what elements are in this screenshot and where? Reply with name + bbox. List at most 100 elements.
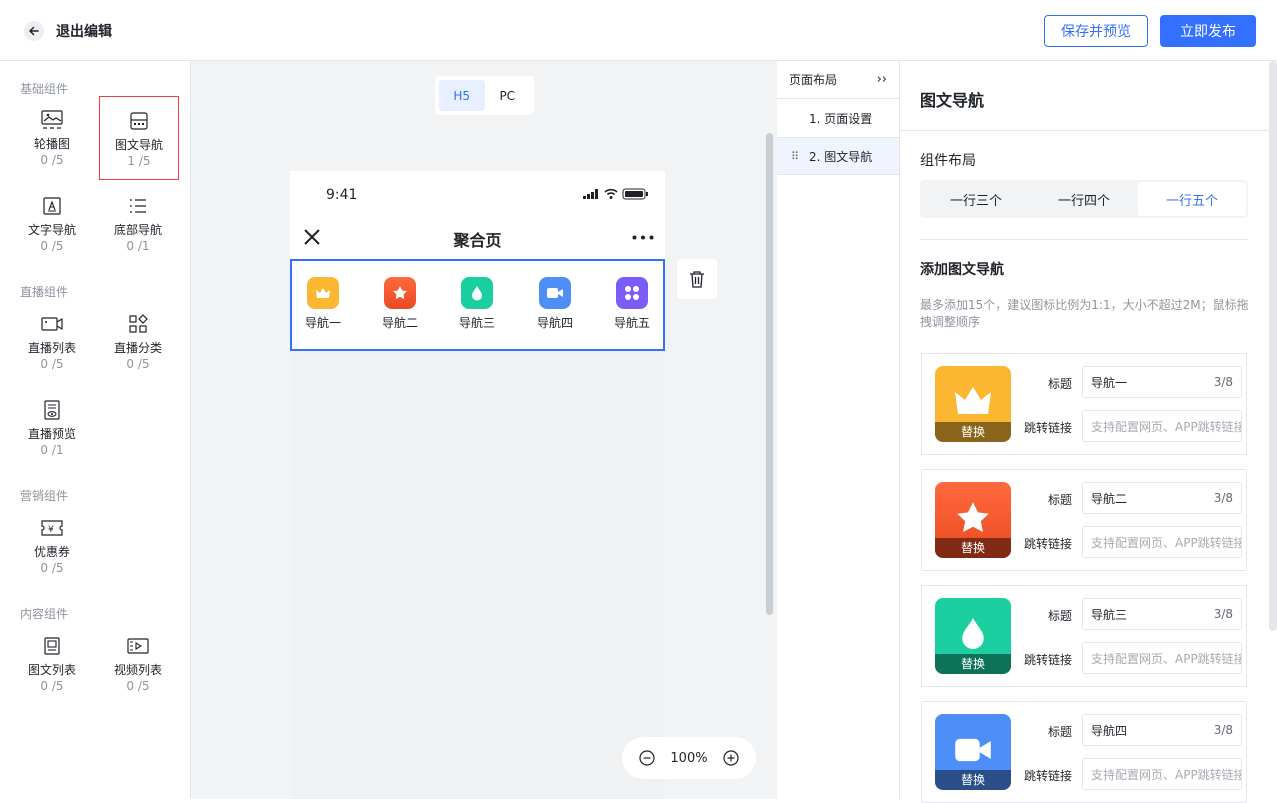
component-image-nav[interactable]: 图文导航 1 /5 — [99, 96, 179, 180]
component-name: 轮播图 — [33, 137, 70, 151]
component-video-list[interactable]: 视频列表 0 /5 — [98, 635, 178, 715]
component-image-list[interactable]: 图文列表 0 /5 — [12, 635, 92, 715]
title-label: 标题 — [1047, 609, 1072, 623]
title-input[interactable]: 导航三 3/8 — [1082, 598, 1242, 630]
zoom-in-icon[interactable] — [722, 750, 739, 766]
nav-item[interactable]: 导航二 — [369, 277, 431, 331]
replace-button[interactable]: 替换 — [935, 654, 1011, 674]
component-name: 直播分类 — [113, 341, 162, 355]
nav-grid-icon — [128, 110, 150, 132]
nav-item-label: 导航一 — [304, 316, 341, 330]
replace-button[interactable]: 替换 — [935, 770, 1011, 790]
panel-scrollbar[interactable] — [1269, 61, 1277, 631]
crown-icon[interactable]: 替换 — [935, 366, 1011, 442]
component-name: 直播列表 — [27, 341, 76, 355]
title-input[interactable]: 导航二 3/8 — [1082, 482, 1242, 514]
title-label: 标题 — [1047, 725, 1072, 739]
layout-option-4[interactable]: 一行四个 — [1030, 182, 1138, 216]
top-bar: 退出编辑 保存并预览 立即发布 — [0, 0, 1277, 61]
drop-icon[interactable]: 替换 — [935, 598, 1011, 674]
title-label: 标题 — [1047, 377, 1072, 391]
phone-preview: 9:41 聚合页 导航一 导航二 导航三 导航四 导航五 — [290, 171, 665, 799]
zoom-control: 100% — [622, 737, 756, 779]
layout-tree-header: 页面布局 ›› — [777, 61, 899, 99]
replace-button[interactable]: 替换 — [935, 538, 1011, 558]
layout-option-3[interactable]: 一行三个 — [922, 182, 1030, 216]
save-preview-button[interactable]: 保存并预览 — [1044, 15, 1148, 47]
link-input[interactable]: 支持配置网页、APP跳转链接 — [1082, 526, 1242, 558]
back-arrow-icon[interactable] — [24, 21, 44, 41]
coupon-icon: ¥ — [41, 517, 63, 539]
title-value: 导航三 — [1091, 607, 1128, 622]
tab-h5[interactable]: H5 — [439, 80, 485, 111]
nav-item[interactable]: 导航三 — [446, 277, 508, 331]
settings-panel: 图文导航 组件布局 一行三个 一行四个 一行五个 添加图文导航 最多添加15个，… — [900, 61, 1277, 803]
component-count: 0 /5 — [126, 679, 150, 693]
nav-item[interactable]: 导航四 — [524, 277, 586, 331]
picture-list-icon — [41, 635, 63, 657]
panel-title: 图文导航 — [920, 91, 985, 110]
title-input[interactable]: 导航四 3/8 — [1082, 714, 1242, 746]
title-input[interactable]: 导航一 3/8 — [1082, 366, 1242, 398]
image-nav-block[interactable]: 导航一 导航二 导航三 导航四 导航五 — [290, 259, 665, 351]
link-input[interactable]: 支持配置网页、APP跳转链接 — [1082, 758, 1242, 790]
nav-item[interactable]: 导航一 — [292, 277, 354, 331]
component-live-category[interactable]: 直播分类 0 /5 — [98, 313, 178, 393]
component-name: 直播预览 — [27, 427, 76, 441]
replace-button[interactable]: 替换 — [935, 422, 1011, 442]
group-title-live: 直播组件 — [20, 285, 69, 299]
component-text-nav[interactable]: 文字导航 0 /5 — [12, 195, 92, 275]
tree-item-image-nav[interactable]: ⠿ 2. 图文导航 — [777, 137, 899, 175]
title-label: 标题 — [1047, 493, 1072, 507]
tab-pc[interactable]: PC — [485, 80, 531, 111]
component-coupon[interactable]: ¥ 优惠券 0 /5 — [12, 517, 92, 597]
zoom-out-icon[interactable] — [639, 750, 656, 766]
collapse-icon[interactable]: ›› — [877, 72, 887, 87]
char-count: 3/8 — [1213, 723, 1233, 737]
component-live-preview[interactable]: 直播预览 0 /1 — [12, 399, 92, 479]
nav-config-card[interactable]: 替换 标题 导航一 3/8 跳转链接 支持配置网页、APP跳转链接 — [921, 353, 1247, 455]
link-input[interactable]: 支持配置网页、APP跳转链接 — [1082, 642, 1242, 674]
nav-item-label: 导航四 — [536, 316, 573, 330]
preview-canvas: H5 PC 9:41 聚合页 导航一 导航二 导航三 导航四 导航五 100% — [191, 61, 777, 799]
component-count: 0 /5 — [40, 679, 64, 693]
component-count: 0 /1 — [40, 443, 64, 457]
nav-config-card[interactable]: 替换 标题 导航三 3/8 跳转链接 支持配置网页、APP跳转链接 — [921, 585, 1247, 687]
publish-button[interactable]: 立即发布 — [1160, 15, 1256, 47]
component-count: 0 /1 — [126, 239, 150, 253]
nav-config-card[interactable]: 替换 标题 导航四 3/8 跳转链接 支持配置网页、APP跳转链接 — [921, 701, 1247, 803]
drag-handle-icon[interactable]: ⠿ — [791, 150, 799, 163]
component-count: 0 /5 — [40, 239, 64, 253]
page-title: 聚合页 — [453, 231, 502, 250]
group-title-marketing: 营销组件 — [20, 489, 69, 503]
crown-icon — [307, 277, 339, 309]
delete-button[interactable] — [677, 259, 717, 299]
component-bottom-nav[interactable]: 底部导航 0 /1 — [98, 195, 178, 275]
layout-option-5[interactable]: 一行五个 — [1138, 182, 1246, 216]
title-value: 导航四 — [1091, 723, 1128, 738]
component-live-list[interactable]: 直播列表 0 /5 — [12, 313, 92, 393]
component-carousel[interactable]: 轮播图 0 /5 — [12, 109, 92, 189]
link-input[interactable]: 支持配置网页、APP跳转链接 — [1082, 410, 1242, 442]
nav-item[interactable]: 导航五 — [601, 277, 663, 331]
layout-selector: 一行三个 一行四个 一行五个 — [920, 180, 1248, 218]
star-icon[interactable]: 替换 — [935, 482, 1011, 558]
trash-icon — [690, 271, 704, 288]
video-icon[interactable]: 替换 — [935, 714, 1011, 790]
exit-edit-link[interactable]: 退出编辑 — [56, 21, 112, 41]
text-icon — [41, 195, 63, 217]
add-nav-hint: 最多添加15个，建议图标比例为1:1，大小不超过2M；鼠标拖拽调整顺序 — [920, 298, 1249, 329]
canvas-scrollbar[interactable] — [766, 133, 773, 615]
nav-config-card[interactable]: 替换 标题 导航二 3/8 跳转链接 支持配置网页、APP跳转链接 — [921, 469, 1247, 571]
tree-item-page-settings[interactable]: 1. 页面设置 — [777, 99, 899, 137]
more-icon[interactable] — [632, 235, 654, 240]
video-list-icon — [127, 635, 149, 657]
component-count: 0 /5 — [40, 561, 64, 575]
layout-tree: 页面布局 ›› 1. 页面设置 ⠿ 2. 图文导航 — [777, 61, 900, 799]
component-name: 图文导航 — [114, 138, 163, 152]
group-title-basic: 基础组件 — [20, 82, 69, 96]
category-icon — [127, 313, 149, 335]
zoom-level: 100% — [670, 750, 708, 766]
link-label: 跳转链接 — [1023, 421, 1072, 435]
char-count: 3/8 — [1213, 491, 1233, 505]
